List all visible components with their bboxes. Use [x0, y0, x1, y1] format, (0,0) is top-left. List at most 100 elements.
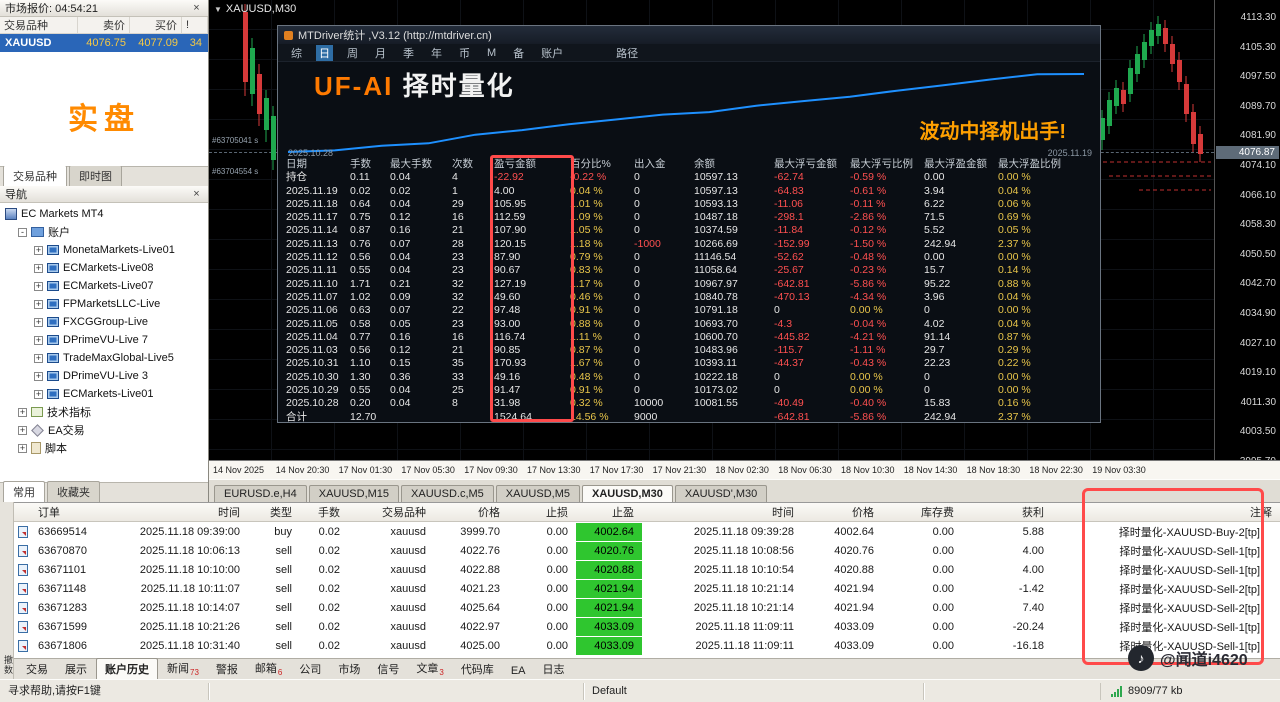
- orders-col-header[interactable]: 手数: [300, 504, 348, 520]
- tree-expander-icon[interactable]: +: [34, 318, 43, 327]
- orders-col-header[interactable]: 时间: [106, 504, 248, 520]
- terminal-tab[interactable]: 市场: [330, 659, 368, 679]
- tree-expander-icon[interactable]: +: [34, 282, 43, 291]
- stats-cell: -0.43 %: [850, 357, 924, 370]
- nav-account[interactable]: + ECMarkets-Live08: [0, 259, 208, 277]
- orders-col-header[interactable]: 类型: [248, 504, 300, 520]
- tree-expander-icon[interactable]: +: [34, 390, 43, 399]
- order-row[interactable]: 636695142025.11.18 09:39:00buy0.02xauusd…: [14, 522, 1280, 541]
- tree-expander-icon[interactable]: +: [18, 408, 27, 417]
- chart-tab[interactable]: XAUUSD,M30: [582, 485, 673, 502]
- col-ask[interactable]: 买价: [130, 17, 182, 33]
- chart-tab[interactable]: XAUUSD,M15: [309, 485, 399, 502]
- chart-area[interactable]: ▼ XAUUSD,M30 #63705041 s #63704554 s: [209, 0, 1280, 460]
- close-icon[interactable]: ×: [190, 2, 203, 14]
- terminal-tab[interactable]: 日志: [535, 659, 573, 679]
- tree-expander-icon[interactable]: +: [34, 336, 43, 345]
- stats-cell: 0.15: [390, 357, 452, 370]
- orders-col-header[interactable]: 交易品种: [348, 504, 434, 520]
- orders-col-header[interactable]: 订单: [34, 504, 106, 520]
- stats-menu-item[interactable]: 综: [288, 45, 305, 61]
- stats-menu-item[interactable]: 季: [400, 45, 417, 61]
- stats-menu-item[interactable]: 备: [510, 45, 527, 61]
- time-axis[interactable]: 14 Nov 202514 Nov 20:3017 Nov 01:3017 No…: [209, 460, 1280, 479]
- nav-group-indicators[interactable]: +技术指标: [0, 403, 208, 421]
- tree-label: ECMarkets-Live08: [63, 262, 153, 274]
- status-profile[interactable]: Default: [584, 683, 924, 700]
- market-watch-tab[interactable]: 即时图: [69, 165, 122, 186]
- order-row[interactable]: 636715992025.11.18 10:21:26sell0.02xauus…: [14, 617, 1280, 636]
- col-bid[interactable]: 卖价: [78, 17, 130, 33]
- terminal-tab[interactable]: 新闻73: [159, 658, 207, 679]
- tree-expander-icon[interactable]: +: [18, 444, 27, 453]
- terminal-tab[interactable]: 文章3: [408, 658, 451, 679]
- nav-group-ea[interactable]: +EA交易: [0, 421, 208, 439]
- stats-menu-item[interactable]: 周: [344, 45, 361, 61]
- chart-tab-bar: EURUSD.e,H4XAUUSD,M15XAUUSD.c,M5XAUUSD,M…: [209, 479, 1280, 502]
- stats-menu-item[interactable]: 日: [316, 45, 333, 61]
- market-watch-row[interactable]: XAUUSD 4076.75 4077.09 34: [0, 34, 208, 52]
- order-row[interactable]: 636712832025.11.18 10:14:07sell0.02xauus…: [14, 598, 1280, 617]
- col-symbol[interactable]: 交易品种: [0, 17, 78, 33]
- market-watch-tab[interactable]: 交易品种: [3, 165, 67, 186]
- terminal-tab[interactable]: 信号: [369, 659, 407, 679]
- orders-col-header[interactable]: 时间: [642, 504, 802, 520]
- price-axis[interactable]: 4113.304105.304097.504089.704081.904074.…: [1214, 0, 1280, 460]
- terminal-tab[interactable]: EA: [503, 663, 534, 679]
- tree-expander-icon[interactable]: +: [34, 354, 43, 363]
- tree-expander-icon[interactable]: +: [34, 300, 43, 309]
- orders-col-header[interactable]: 价格: [802, 504, 882, 520]
- order-row[interactable]: 636711012025.11.18 10:10:00sell0.02xauus…: [14, 560, 1280, 579]
- scroll-up-icon[interactable]: ▲: [1261, 507, 1277, 516]
- nav-root[interactable]: EC Markets MT4: [0, 205, 208, 223]
- nav-group-scripts[interactable]: +脚本: [0, 439, 208, 457]
- chart-plot[interactable]: ▼ XAUUSD,M30 #63705041 s #63704554 s: [209, 0, 1214, 460]
- nav-account[interactable]: +DPrimeVU-Live 3: [0, 367, 208, 385]
- close-icon[interactable]: ×: [190, 188, 203, 200]
- chart-tab[interactable]: XAUUSD.c,M5: [401, 485, 494, 502]
- nav-account[interactable]: +TradeMaxGlobal-Live5: [0, 349, 208, 367]
- chart-tab[interactable]: XAUUSD,M5: [496, 485, 580, 502]
- nav-group-accounts[interactable]: -账户: [0, 223, 208, 241]
- terminal-tab[interactable]: 公司: [291, 659, 329, 679]
- terminal-tab[interactable]: 交易: [18, 659, 56, 679]
- terminal-tab[interactable]: 警报: [208, 659, 246, 679]
- order-row[interactable]: 636711482025.11.18 10:11:07sell0.02xauus…: [14, 579, 1280, 598]
- order-row[interactable]: 636708702025.11.18 10:06:13sell0.02xauus…: [14, 541, 1280, 560]
- navigator-tab[interactable]: 常用: [3, 481, 45, 502]
- nav-account[interactable]: +ECMarkets-Live07: [0, 277, 208, 295]
- terminal-tab[interactable]: 展示: [57, 659, 95, 679]
- terminal-tab[interactable]: 代码库: [453, 659, 502, 679]
- nav-account[interactable]: +DPrimeVU-Live 7: [0, 331, 208, 349]
- side-strip[interactable]: 撤数: [0, 502, 14, 679]
- stats-menu-item[interactable]: 路径: [613, 45, 641, 61]
- dropdown-icon[interactable]: ▼: [214, 5, 222, 14]
- orders-col-header[interactable]: 价格: [434, 504, 508, 520]
- terminal-tab[interactable]: 账户历史: [96, 658, 158, 679]
- nav-account[interactable]: +MonetaMarkets-Live01: [0, 241, 208, 259]
- chart-tab[interactable]: EURUSD.e,H4: [214, 485, 307, 502]
- navigator-tab[interactable]: 收藏夹: [47, 481, 100, 502]
- order-row[interactable]: 636718062025.11.18 10:31:40sell0.02xauus…: [14, 636, 1280, 655]
- stats-menu-item[interactable]: 年: [428, 45, 445, 61]
- orders-col-header[interactable]: 止损: [508, 504, 576, 520]
- orders-col-header[interactable]: 注释: [1052, 504, 1280, 520]
- nav-account[interactable]: +FXCGGroup-Live: [0, 313, 208, 331]
- nav-account[interactable]: +FPMarketsLLC-Live: [0, 295, 208, 313]
- tree-expander-icon[interactable]: -: [18, 228, 27, 237]
- stats-menu-item[interactable]: 月: [372, 45, 389, 61]
- orders-col-header[interactable]: 获利: [962, 504, 1052, 520]
- stats-menu-item[interactable]: 账户: [538, 45, 566, 61]
- stats-menu-item[interactable]: 币: [456, 45, 473, 61]
- stats-menu-item[interactable]: M: [484, 47, 499, 59]
- tree-expander-icon[interactable]: +: [34, 264, 43, 273]
- tree-expander-icon[interactable]: +: [34, 372, 43, 381]
- orders-col-header[interactable]: 止盈: [576, 504, 642, 520]
- nav-account[interactable]: +ECMarkets-Live01: [0, 385, 208, 403]
- col-spread[interactable]: !: [182, 17, 208, 33]
- tree-expander-icon[interactable]: +: [18, 426, 27, 435]
- orders-col-header[interactable]: 库存费: [882, 504, 962, 520]
- terminal-tab[interactable]: 邮箱6: [247, 658, 290, 679]
- tree-expander-icon[interactable]: +: [34, 246, 43, 255]
- chart-tab[interactable]: XAUUSD',M30: [675, 485, 767, 502]
